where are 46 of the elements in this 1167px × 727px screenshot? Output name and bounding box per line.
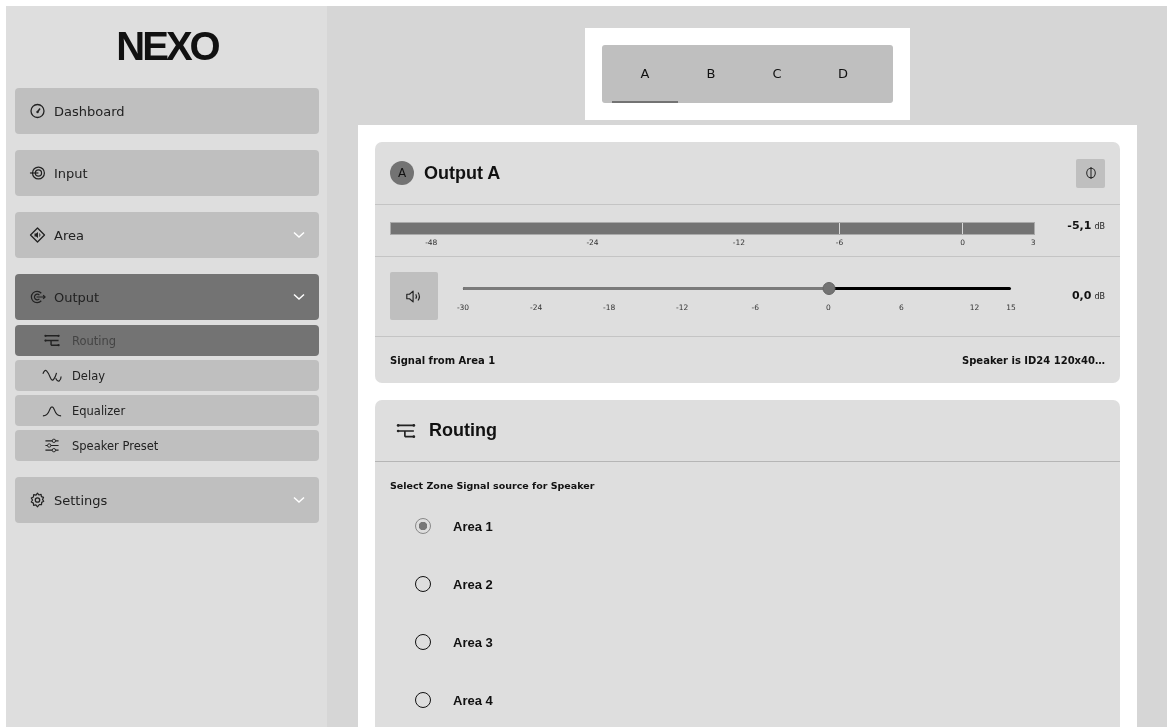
nav-subitem[interactable]: Speaker Preset [15, 430, 319, 461]
chevron-icon [293, 496, 305, 504]
avatar-badge: A [390, 161, 414, 185]
sliders-icon [42, 438, 62, 453]
wave-icon [42, 368, 62, 383]
output-icon [29, 289, 46, 305]
speaker-model-text: Speaker is ID24 120x40… [962, 354, 1105, 366]
bell-curve-icon [42, 403, 62, 418]
tab[interactable]: B [678, 45, 744, 103]
nav-item[interactable]: Input [15, 150, 319, 196]
phase-button[interactable] [1076, 158, 1105, 188]
nav-subitem[interactable]: Equalizer [15, 395, 319, 426]
card-title: Output A [424, 162, 501, 184]
routing-icon [395, 421, 417, 440]
radio-button[interactable] [415, 518, 431, 534]
option-label: Area 1 [453, 518, 493, 534]
signal-source-text: Signal from Area 1 [390, 354, 496, 366]
speaker-diamond-icon [29, 227, 46, 243]
tab[interactable]: A [612, 45, 678, 103]
gauge-icon [29, 103, 46, 119]
logo: NEXO [115, 26, 220, 66]
meter-reading: -5,1 [1067, 219, 1092, 232]
phase-icon [1084, 165, 1097, 181]
nav-item[interactable]: Dashboard [15, 88, 319, 134]
slider-thumb[interactable] [822, 282, 835, 295]
card-title: Routing [429, 420, 497, 441]
prompt-text: Select Zone Signal source for Speaker [389, 479, 596, 493]
option-label: Area 3 [453, 634, 493, 650]
option-label: Area 2 [453, 576, 493, 592]
speaker-icon [405, 288, 423, 304]
option-label: Area 4 [453, 692, 493, 708]
nav-item[interactable]: Area [15, 212, 319, 258]
volume-button[interactable] [390, 272, 438, 320]
chevron-icon [293, 231, 305, 239]
unit-label: dB [1094, 222, 1105, 231]
nav-subitem[interactable]: Delay [15, 360, 319, 391]
volume-reading: 0,0 [1071, 289, 1092, 302]
routing-icon [42, 333, 62, 348]
nav-item[interactable]: Settings [15, 477, 319, 523]
target-icon [29, 165, 46, 181]
settings-icon [29, 492, 46, 508]
chevron-icon [293, 293, 305, 301]
volume-slider[interactable] [463, 282, 1011, 295]
tab[interactable]: D [810, 45, 876, 103]
unit-label: dB [1094, 292, 1105, 301]
tab[interactable]: C [744, 45, 810, 103]
